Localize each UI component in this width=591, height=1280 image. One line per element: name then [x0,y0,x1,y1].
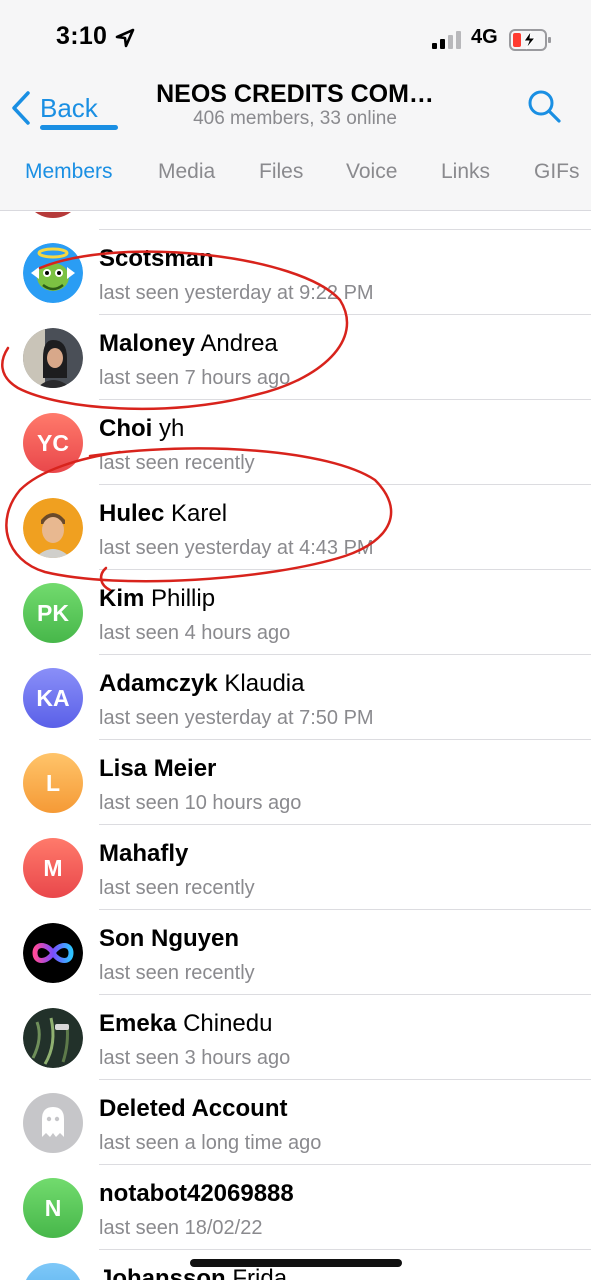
list-item[interactable]: PK Kim Phillip last seen 4 hours ago [0,570,591,655]
member-name: Mahafly [99,840,189,867]
tab-gifs[interactable]: GIFs [534,160,580,184]
member-status: last seen 3 hours ago [99,1047,291,1069]
member-status: last seen yesterday at 4:43 PM [99,537,374,559]
list-item[interactable]: N notabot42069888 last seen 18/02/22 [0,1165,591,1250]
group-subtitle: 406 members, 33 online [193,108,397,129]
back-label: Back [40,92,98,123]
member-status: last seen a long time ago [99,1132,322,1154]
member-name: Choi yh [99,415,185,442]
cartoon-dragon-avatar [23,243,83,303]
search-icon[interactable] [526,88,562,124]
member-status: last seen 4 hours ago [99,622,291,644]
chat-header: Back NEOS CREDITS COM… 406 members, 33 o… [0,80,591,211]
list-item[interactable]: Hulec Karel last seen yesterday at 4:43 … [0,485,591,570]
list-item[interactable]: M Mahafly last seen recently [0,825,591,910]
list-item[interactable]: L Lisa Meier last seen 10 hours ago [0,740,591,825]
list-item[interactable]: Maloney Andrea last seen 7 hours ago [0,315,591,400]
battery-charging-icon [509,29,551,51]
list-item[interactable]: Deleted Account last seen a long time ag… [0,1080,591,1165]
avatar [23,212,83,218]
chevron-left-icon [12,91,30,125]
member-status: last seen yesterday at 9:22 PM [99,282,374,304]
member-name: Scotsman [99,245,214,272]
status-bar: 3:10 4G [0,0,591,80]
member-status: last seen recently [99,962,255,984]
infinity-logo-icon [23,923,83,983]
member-name: Adamczyk Klaudia [99,670,305,697]
list-item[interactable] [0,212,591,230]
person-photo-avatar [23,328,83,388]
avatar: PK [23,583,83,643]
active-tab-indicator [40,125,118,130]
member-status: last seen yesterday at 7:50 PM [99,707,374,729]
media-tabs: Members Media Files Voice Links GIFs [0,160,591,210]
group-title[interactable]: NEOS CREDITS COM… [140,80,450,109]
avatar: M [23,838,83,898]
list-item[interactable]: Emeka Chinedu last seen 3 hours ago [0,995,591,1080]
member-name: Lisa Meier [99,755,217,782]
list-item[interactable]: Son Nguyen last seen recently [0,910,591,995]
member-status: last seen recently [99,877,255,899]
person-photo-avatar [23,498,83,558]
avatar: KA [23,668,83,728]
member-name: Emeka Chinedu [99,1010,273,1037]
avatar [23,1263,83,1280]
network-type: 4G [471,26,498,48]
tab-voice[interactable]: Voice [346,160,397,184]
member-status: last seen recently [99,452,255,474]
member-name: Deleted Account [99,1095,288,1122]
status-time: 3:10 [56,22,108,50]
member-status: last seen 7 hours ago [99,367,291,389]
member-name: Hulec Karel [99,500,228,527]
member-name: Johansson Frida [99,1265,288,1280]
tab-media[interactable]: Media [158,160,215,184]
tab-members[interactable]: Members [25,160,113,184]
list-item[interactable]: Scotsman last seen yesterday at 9:22 PM [0,230,591,315]
forest-photo-avatar [23,1008,83,1068]
tab-files[interactable]: Files [259,160,303,184]
avatar: N [23,1178,83,1238]
member-status: last seen 18/02/22 [99,1217,263,1239]
avatar: L [23,753,83,813]
avatar [23,1093,83,1153]
avatar [23,328,83,388]
list-item[interactable]: YC Choi yh last seen recently [0,400,591,485]
back-button[interactable]: Back [10,88,98,128]
member-name: notabot42069888 [99,1180,294,1207]
avatar [23,1008,83,1068]
member-name: Kim Phillip [99,585,216,612]
members-list[interactable]: Scotsman last seen yesterday at 9:22 PM … [0,212,591,1280]
member-name: Maloney Andrea [99,330,278,357]
home-indicator [190,1259,402,1267]
ghost-icon [42,1107,64,1137]
avatar: YC [23,413,83,473]
member-name: Son Nguyen [99,925,240,952]
location-arrow-icon [115,28,135,48]
list-item[interactable]: KA Adamczyk Klaudia last seen yesterday … [0,655,591,740]
member-status: last seen 10 hours ago [99,792,302,814]
avatar [23,923,83,983]
avatar [23,498,83,558]
tab-links[interactable]: Links [441,160,490,184]
signal-bars-icon [432,31,461,49]
avatar [23,243,83,303]
